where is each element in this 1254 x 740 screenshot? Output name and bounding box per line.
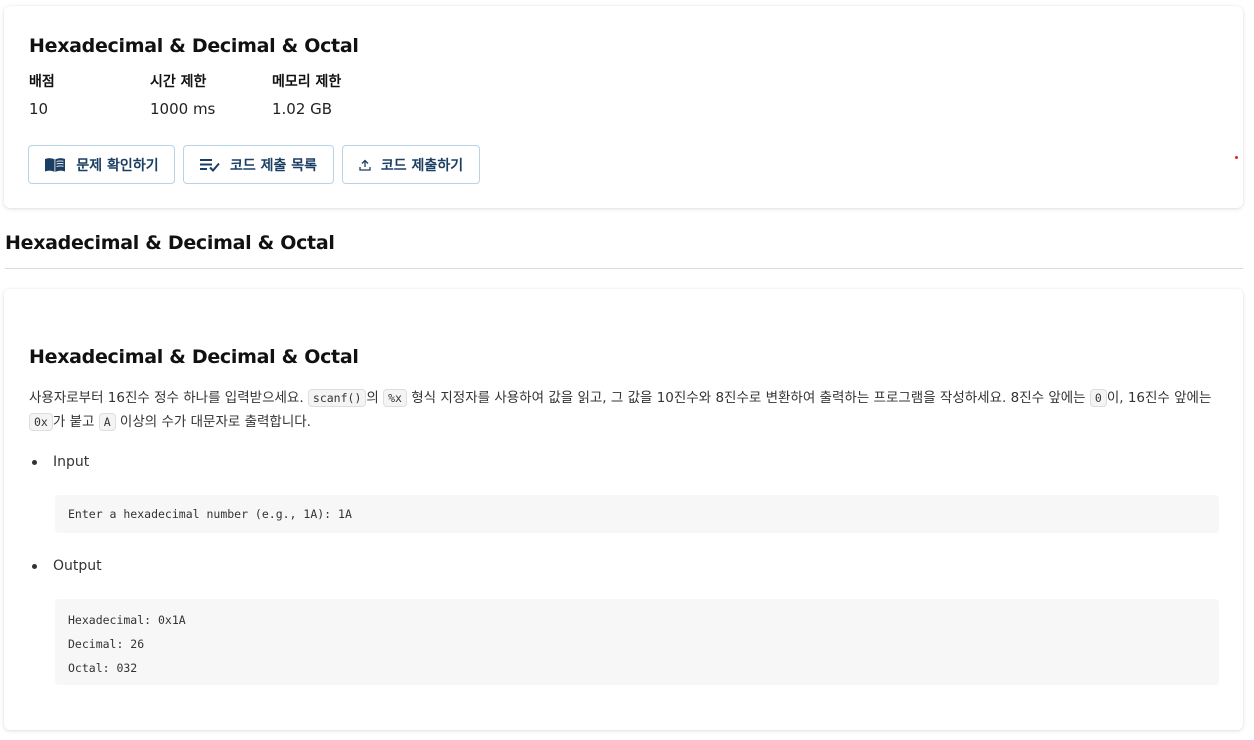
memory-limit-value: 1.02 GB xyxy=(272,100,333,118)
score-label: 배점 xyxy=(29,74,55,90)
open-book-icon xyxy=(44,157,66,173)
inline-code: 0x xyxy=(29,413,53,431)
submission-list-button[interactable]: 코드 제출 목록 xyxy=(183,145,334,184)
inline-code: 0 xyxy=(1089,389,1107,407)
problem-info-card: Hexadecimal & Decimal & Octal 배점 시간 제한 메… xyxy=(4,6,1243,208)
output-label: Output xyxy=(53,558,102,574)
submit-code-button[interactable]: 코드 제출하기 xyxy=(342,145,480,184)
score-value: 10 xyxy=(29,100,49,118)
content-title: Hexadecimal & Decimal & Octal xyxy=(29,346,359,368)
code-line: Decimal: 26 xyxy=(68,637,145,651)
time-limit-value: 1000 ms xyxy=(150,100,216,118)
list-item-input: Input xyxy=(32,454,89,470)
section-heading: Hexadecimal & Decimal & Octal xyxy=(5,232,335,254)
status-dot xyxy=(1235,156,1238,159)
code-line: Octal: 032 xyxy=(68,661,138,675)
memory-limit-label: 메모리 제한 xyxy=(272,74,342,90)
list-item-output: Output xyxy=(32,558,102,574)
time-limit-label: 시간 제한 xyxy=(150,74,207,90)
code-line: Hexadecimal: 0x1A xyxy=(68,613,186,627)
view-problem-label: 문제 확인하기 xyxy=(76,157,159,174)
problem-description: 사용자로부터 16진수 정수 하나를 입력받으세요. scanf() 의 %x 형… xyxy=(29,389,1212,431)
checklist-icon xyxy=(199,158,220,172)
upload-icon xyxy=(359,159,371,171)
bullet-icon xyxy=(32,459,37,465)
submission-list-label: 코드 제출 목록 xyxy=(229,157,318,174)
inline-code: %x xyxy=(383,389,407,407)
bullet-icon xyxy=(32,563,37,569)
inline-code: A xyxy=(98,413,116,431)
problem-title: Hexadecimal & Decimal & Octal xyxy=(29,35,359,57)
submit-code-label: 코드 제출하기 xyxy=(380,157,464,174)
view-problem-button[interactable]: 문제 확인하기 xyxy=(28,145,175,184)
inline-code: scanf() xyxy=(307,389,367,407)
input-code-block: Enter a hexadecimal number (e.g., 1A): 1… xyxy=(55,495,1219,533)
input-label: Input xyxy=(53,454,90,470)
problem-content-card: Hexadecimal & Decimal & Octal 사용자로부터 16진… xyxy=(4,289,1243,730)
output-code-block: Hexadecimal: 0x1A Decimal: 26 Octal: 032 xyxy=(55,599,1219,685)
divider xyxy=(5,268,1243,269)
